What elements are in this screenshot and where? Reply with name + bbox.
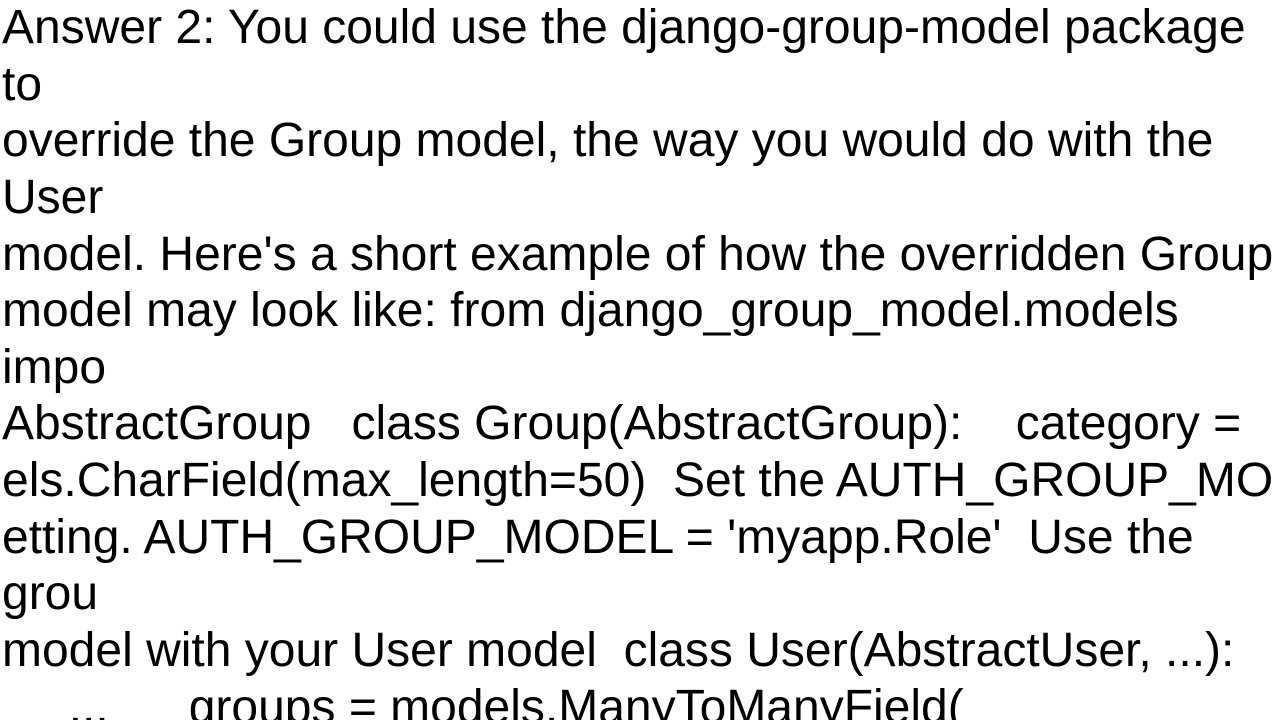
text-line-4: AbstractGroup class Group(AbstractGroup)… (2, 396, 1278, 453)
text-line-0: Answer 2: You could use the django-group… (2, 0, 1278, 113)
text-line-7: model with your User model class User(Ab… (2, 623, 1278, 680)
answer-text: Answer 2: You could use the django-group… (0, 0, 1280, 720)
text-line-1: override the Group model, the way you wo… (2, 113, 1278, 226)
text-line-6: etting. AUTH_GROUP_MODEL = 'myapp.Role' … (2, 510, 1278, 623)
text-line-8: ... groups = models.ManyToManyField( (2, 680, 1278, 720)
text-line-2: model. Here's a short example of how the… (2, 227, 1278, 284)
text-line-5: els.CharField(max_length=50) Set the AUT… (2, 453, 1278, 510)
main-content: Answer 2: You could use the django-group… (0, 0, 1280, 720)
text-line-3: model may look like: from django_group_m… (2, 283, 1278, 396)
